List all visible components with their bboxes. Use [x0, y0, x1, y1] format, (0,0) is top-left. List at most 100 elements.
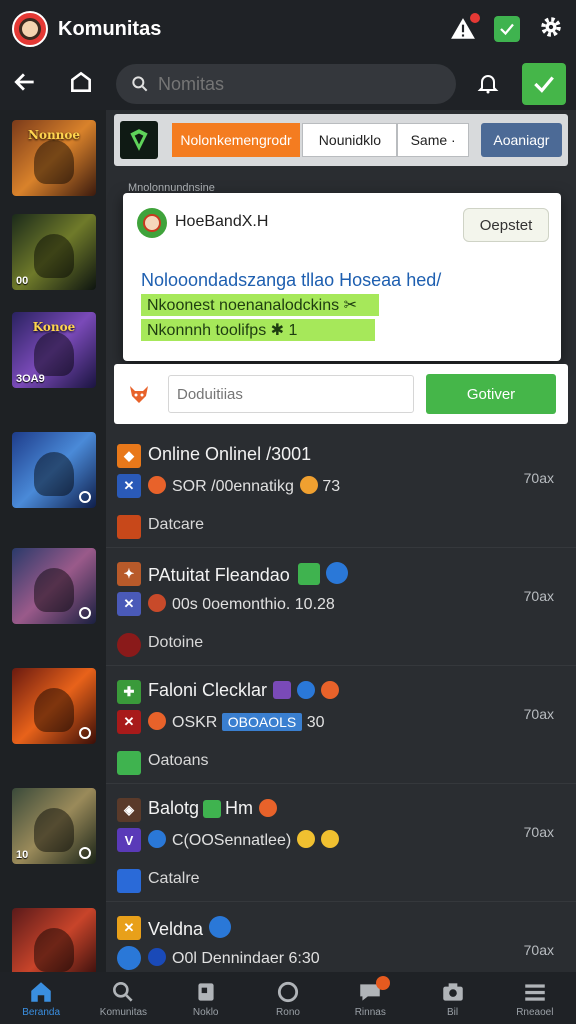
sword-icon: ✕	[117, 592, 141, 616]
post-item[interactable]: ✕ Veldna O0l Dennindaer 6:30 70ax	[106, 902, 576, 972]
post-title: Balotg	[148, 798, 200, 818]
flame-icon	[259, 799, 278, 817]
nav-item-community[interactable]: Komunitas	[82, 972, 164, 1024]
game-thumb-3[interactable]: Konoe 3OA9	[12, 312, 96, 388]
post-title-row: Balotg Hm	[148, 798, 278, 819]
post-meta: C(OOSennatlee)	[148, 830, 340, 850]
reply-input[interactable]	[168, 375, 414, 413]
circle-icon	[277, 981, 299, 1002]
hero-figure	[34, 140, 74, 184]
game-thumb-6[interactable]	[12, 668, 96, 744]
category-icon	[117, 633, 141, 657]
check-icon	[534, 76, 554, 93]
nav-item-menu[interactable]: Rneaoel	[494, 972, 576, 1024]
gear-icon[interactable]	[538, 14, 564, 45]
check-icon[interactable]	[494, 16, 520, 42]
nav-label: Beranda	[22, 1006, 61, 1018]
post-meta-text: C(OOSennatlee)	[172, 832, 292, 849]
category-icon	[117, 515, 141, 539]
verified-icon	[297, 563, 320, 585]
game-icon: ✚	[117, 680, 141, 704]
hero-figure	[34, 452, 74, 496]
post-tag: OBOAOLS	[221, 713, 303, 731]
category-icon	[117, 869, 141, 893]
post-meta-text: SOR /00ennatikg	[172, 478, 294, 495]
post-count: 70ax	[523, 824, 554, 840]
ring-icon	[79, 727, 91, 739]
badge-icon	[209, 916, 232, 938]
hero-figure	[34, 568, 74, 612]
post-meta: 00s 0oemonthio. 10.28	[148, 594, 335, 614]
avatar-icon	[148, 948, 166, 966]
bottom-nav: Beranda Komunitas Noklo Rono Rinnas Bil …	[0, 972, 576, 1024]
nav-label: Rinnas	[354, 1006, 386, 1018]
hero-figure	[34, 332, 74, 376]
post-count: 70ax	[523, 706, 554, 722]
nav-item-home[interactable]: Beranda	[0, 972, 82, 1024]
sword-icon: V	[117, 828, 141, 852]
post-title: Faloni Clecklar	[148, 680, 268, 700]
home-icon[interactable]	[68, 69, 94, 100]
game-thumb-1[interactable]: Nonnoe	[12, 120, 96, 196]
avatar-icon	[148, 594, 166, 612]
nav-item-chat[interactable]: Rinnas	[329, 972, 411, 1024]
reply-bar: Gotiver	[114, 364, 568, 424]
confirm-button[interactable]	[522, 63, 566, 105]
profile-avatar[interactable]	[12, 11, 48, 47]
community-logo-icon[interactable]	[120, 121, 158, 159]
filter-chip-sort[interactable]: Same ·	[397, 123, 469, 157]
post-category: Datcare	[148, 516, 205, 533]
nav-label: Bil	[446, 1006, 459, 1018]
post-meta-text: 00s 0oemonthio.	[172, 596, 291, 613]
app-title: Komunitas	[58, 17, 162, 40]
game-icon: ◈	[117, 798, 141, 822]
avatar-icon	[148, 712, 166, 730]
back-arrow-icon[interactable]	[12, 69, 38, 100]
camera-icon	[442, 982, 463, 1001]
home-icon	[31, 981, 51, 1002]
nav-label: Rono	[276, 1006, 300, 1018]
verified-icon	[203, 800, 222, 818]
bell-icon[interactable]	[476, 71, 500, 100]
search-bar-row	[0, 58, 576, 110]
thumb-caption: 10	[16, 849, 29, 861]
trophy-icon	[273, 681, 292, 699]
bookmark-icon	[198, 982, 214, 1001]
post-item[interactable]: ◈ Balotg Hm V C(OOSennatlee) Catalre 70ax	[106, 784, 576, 902]
game-thumb-4[interactable]	[12, 432, 96, 508]
nav-item-bookmark[interactable]: Noklo	[165, 972, 247, 1024]
post-category: Dotoine	[148, 634, 204, 651]
emoji-icon	[321, 830, 340, 848]
ring-icon	[79, 847, 91, 859]
flame-icon	[321, 681, 340, 699]
post-item[interactable]: ✦ PAtuitat Fleandao ✕ 00s 0oemonthio. 10…	[106, 548, 576, 666]
warning-icon[interactable]	[450, 11, 482, 42]
hero-figure	[34, 688, 74, 732]
popup-message: Nolooondadszanga tllao Hoseaa hed/	[141, 270, 442, 290]
game-thumb-2[interactable]: 00	[12, 214, 96, 290]
nav-label: Noklo	[192, 1006, 219, 1018]
popup-open-button[interactable]: Oepstet	[463, 208, 549, 242]
filter-action-button[interactable]: Aoaniagr	[480, 123, 563, 157]
emoji-icon	[297, 830, 316, 848]
post-meta: SOR /00ennatikg 73	[148, 476, 340, 496]
send-button[interactable]: Gotiver	[426, 374, 556, 414]
post-item[interactable]: ◆ Online Onlinel /3001 ✕ SOR /00ennatikg…	[106, 430, 576, 548]
game-icon: ◆	[117, 444, 141, 468]
search-field[interactable]	[116, 64, 456, 104]
highlight-line-1: Nkoonest noenanalodckins ✂	[141, 294, 379, 316]
hero-figure	[34, 928, 74, 972]
nav-item-circle[interactable]: Rono	[247, 972, 329, 1024]
post-item[interactable]: ✚ Faloni Clecklar ✕ OSKR OBOAOLS 30 Oato…	[106, 666, 576, 784]
search-input[interactable]	[158, 73, 418, 95]
filter-chip-primary[interactable]: Nolonkemengrodr	[171, 123, 301, 157]
post-meta: OSKR OBOAOLS 30	[148, 712, 325, 732]
game-thumb-5[interactable]	[12, 548, 96, 624]
nav-item-camera[interactable]: Bil	[411, 972, 493, 1024]
post-meta-value: 73	[322, 478, 341, 495]
post-title-row: PAtuitat Fleandao	[148, 562, 348, 586]
user-avatar[interactable]	[137, 208, 167, 238]
post-meta-value: 30	[306, 714, 325, 731]
filter-chip-secondary[interactable]: Nounidklo	[302, 123, 398, 157]
game-thumb-7[interactable]: 10	[12, 788, 96, 864]
